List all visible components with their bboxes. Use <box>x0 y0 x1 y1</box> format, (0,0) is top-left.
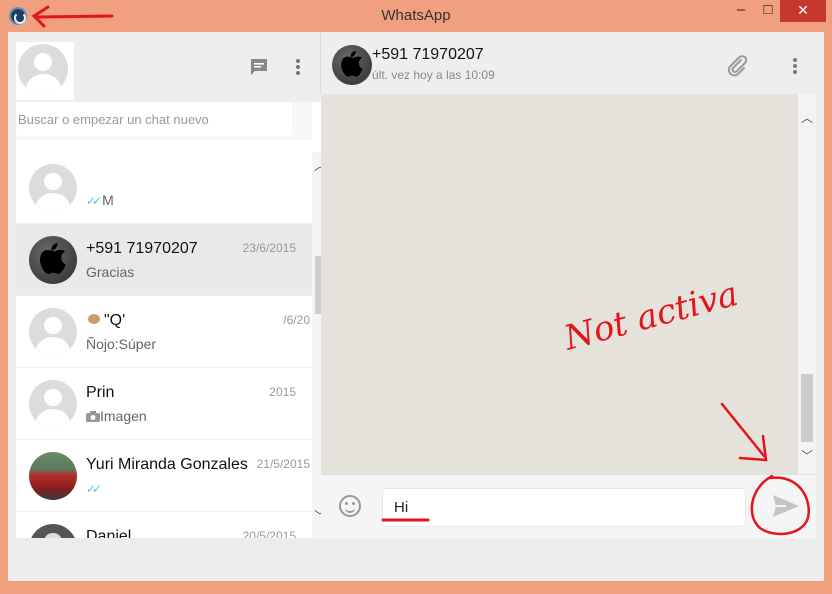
scroll-up-icon[interactable]: ︿ <box>799 110 815 126</box>
close-button[interactable]: ✕ <box>780 0 826 22</box>
chat-date: /6/20 <box>283 313 310 327</box>
avatar <box>29 164 77 212</box>
dog-emoji-icon <box>86 312 102 326</box>
chat-name-text: "Q' <box>104 312 126 329</box>
app-content: ✓✓M +591 71970207 23/6/2015 Gracias "Q' <box>8 32 824 581</box>
chat-name: Daniel <box>86 528 132 538</box>
chat-list: ✓✓M +591 71970207 23/6/2015 Gracias "Q' <box>16 152 312 538</box>
chat-name: "Q' <box>86 312 125 330</box>
chat-list-item[interactable]: Prin 2015 Imagen <box>16 368 312 440</box>
left-header <box>16 32 328 102</box>
search-input[interactable] <box>16 102 292 136</box>
message-input[interactable] <box>383 489 745 526</box>
scrollbar-thumb[interactable] <box>801 374 813 442</box>
chat-list-pane: ✓✓M +591 71970207 23/6/2015 Gracias "Q' <box>16 32 328 538</box>
conversation-menu-icon[interactable] <box>787 54 803 78</box>
menu-icon[interactable] <box>287 56 309 78</box>
maximize-button[interactable]: □ <box>757 0 779 22</box>
app-window: WhatsApp – □ ✕ Buscar o empezar un chat … <box>0 0 832 589</box>
chat-name: Yuri Miranda Gonzales <box>86 456 248 473</box>
window-title: WhatsApp <box>381 7 451 24</box>
chat-last-message: Gracias <box>86 264 135 280</box>
scroll-down-icon[interactable]: ﹀ <box>799 448 815 464</box>
avatar <box>29 524 77 538</box>
chat-name: +591 71970207 <box>86 240 198 257</box>
camera-icon <box>86 411 100 422</box>
chat-icon[interactable] <box>248 56 270 78</box>
chat-list-item[interactable]: ✓✓ M <box>16 152 312 224</box>
double-check-icon: ✓✓ <box>86 482 102 496</box>
bottom-strip <box>8 538 824 581</box>
contact-name: +591 71970207 <box>372 46 484 63</box>
double-check-icon: ✓✓ <box>86 194 102 208</box>
minimize-button[interactable]: – <box>728 0 754 22</box>
chat-list-item[interactable]: "Q' /6/20 Ñojo:Súper <box>16 296 312 368</box>
conversation-header[interactable]: +591 71970207 últ. vez hoy a las 10:09 <box>320 32 816 94</box>
message-scrollbar[interactable]: ︿ ﹀ <box>798 94 816 474</box>
chat-date: 23/6/2015 <box>242 241 296 255</box>
apple-avatar <box>29 236 77 284</box>
chat-date: 20/5/2015 <box>242 529 296 538</box>
chat-list-item-selected[interactable]: +591 71970207 23/6/2015 Gracias <box>16 224 312 296</box>
chat-list-item[interactable]: Daniel 20/5/2015 <box>16 512 312 538</box>
paperclip-icon[interactable] <box>725 54 749 78</box>
send-icon[interactable] <box>769 489 803 523</box>
chat-name: Prin <box>86 384 115 401</box>
chat-last-message: Imagen <box>86 408 147 424</box>
chat-message-text: M <box>102 192 114 208</box>
car-photo-avatar <box>29 452 77 500</box>
chat-last-message: ✓✓ <box>86 480 102 496</box>
avatar <box>29 380 77 428</box>
message-area <box>321 94 798 474</box>
my-profile-avatar[interactable] <box>16 42 74 100</box>
title-bar[interactable]: WhatsApp – □ ✕ <box>0 0 832 32</box>
chat-date: 21/5/2015 <box>256 457 310 471</box>
avatar <box>18 44 68 94</box>
emoji-icon[interactable] <box>339 495 361 517</box>
chat-last-message: ✓✓ M <box>86 192 114 208</box>
chat-message-text: Imagen <box>100 408 147 424</box>
message-input-box[interactable] <box>382 488 746 527</box>
message-composer <box>321 474 816 538</box>
chat-last-message: Ñojo:Súper <box>86 336 157 352</box>
chat-list-item[interactable]: Yuri Miranda Gonzales 21/5/2015 ✓✓ <box>16 440 312 512</box>
chat-date: 2015 <box>269 385 296 399</box>
contact-avatar[interactable] <box>332 45 372 85</box>
search-area <box>16 102 312 140</box>
search-box[interactable] <box>16 102 292 136</box>
avatar <box>29 308 77 356</box>
last-seen-status: últ. vez hoy a las 10:09 <box>372 68 495 82</box>
